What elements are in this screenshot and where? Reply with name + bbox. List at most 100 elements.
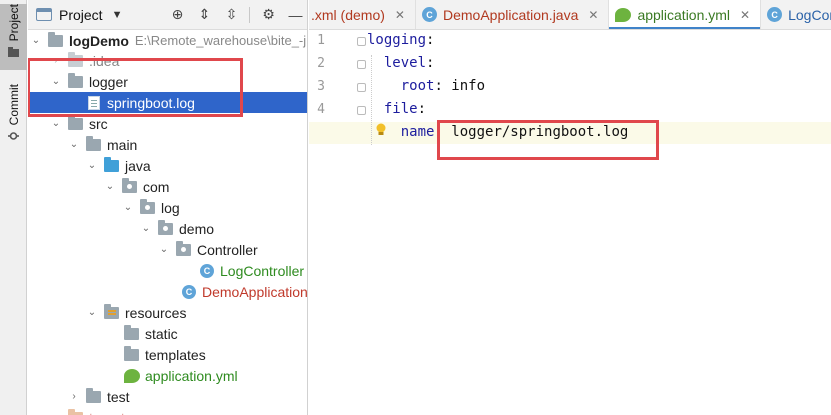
folder-icon	[8, 47, 19, 58]
package-icon	[158, 219, 173, 235]
tree-item-label: java	[125, 157, 151, 174]
tree-item-static[interactable]: static	[28, 323, 307, 344]
tab-logcontroller[interactable]: C LogCor	[761, 0, 831, 29]
close-icon[interactable]: ✕	[588, 8, 598, 22]
project-panel-title: Project	[59, 6, 103, 23]
project-panel-header: Project ▼ ⊕ ⇕ ⇳ ⚙ —	[28, 0, 307, 30]
close-icon[interactable]: ✕	[740, 8, 750, 22]
folder-icon	[124, 324, 139, 340]
folder-icon	[68, 114, 83, 130]
tree-item-label: resources	[125, 304, 187, 321]
collapse-all-icon[interactable]: ⇳	[222, 6, 240, 24]
spring-leaf-icon	[615, 7, 632, 22]
tab-label: .xml (demo)	[311, 6, 385, 23]
code-editor[interactable]: logging: level: root: info file: name: l…	[309, 31, 831, 415]
tree-item-demoapplication[interactable]: C DemoApplication	[28, 281, 307, 302]
commit-tool-label: Commit	[6, 84, 21, 126]
source-folder-icon	[104, 156, 119, 172]
chevron-down-icon[interactable]: ▼	[112, 9, 123, 21]
tree-item-logcontroller[interactable]: C LogController	[28, 260, 307, 281]
tab-application-yml[interactable]: application.yml ✕	[609, 0, 762, 29]
lightbulb-icon[interactable]	[375, 123, 387, 137]
annotation-box-logger	[28, 58, 243, 117]
spring-leaf-icon	[124, 368, 140, 383]
resources-folder-icon	[104, 303, 119, 319]
tree-item-label: application.yml	[145, 367, 238, 384]
line-number: 1	[317, 33, 325, 48]
tree-item-label: com	[143, 178, 170, 195]
folder-icon	[124, 345, 139, 361]
hide-panel-icon[interactable]: —	[286, 6, 304, 24]
code-line-2: level:	[383, 55, 435, 71]
chevron-down-icon[interactable]: ⌄	[68, 139, 80, 150]
chevron-down-icon[interactable]: ⌄	[122, 202, 134, 213]
tree-item-label: templates	[145, 346, 206, 363]
chevron-down-icon[interactable]: ⌄	[50, 118, 62, 129]
package-icon	[140, 198, 155, 214]
line-number: 2	[317, 56, 325, 71]
annotation-box-file-name	[437, 120, 659, 160]
tab-label: LogCor	[788, 6, 831, 23]
tab-label: application.yml	[637, 6, 731, 23]
tree-item-label: static	[145, 325, 178, 342]
tree-item-com[interactable]: ⌄ com	[28, 176, 307, 197]
locate-file-icon[interactable]: ⊕	[168, 6, 186, 24]
tree-item-application-yml[interactable]: application.yml	[28, 365, 307, 386]
line-number: 3	[317, 79, 325, 94]
close-icon[interactable]: ✕	[395, 8, 405, 22]
tree-item-main[interactable]: ⌄ main	[28, 134, 307, 155]
folder-icon	[86, 135, 101, 151]
project-tool-tab[interactable]: Project	[0, 4, 27, 70]
tree-item-label: log	[161, 199, 180, 216]
project-panel: Project ▼ ⊕ ⇕ ⇳ ⚙ — ⌄ logDemo E:\Remote_…	[28, 0, 308, 415]
tree-item-controller[interactable]: ⌄ Controller	[28, 239, 307, 260]
chevron-down-icon[interactable]: ⌄	[158, 244, 170, 255]
tree-item-label: main	[107, 136, 138, 153]
java-class-icon: C	[767, 7, 783, 22]
excluded-folder-icon	[68, 408, 83, 415]
chevron-down-icon[interactable]: ⌄	[104, 181, 116, 192]
package-icon	[176, 240, 191, 256]
tree-item-label: demo	[179, 220, 215, 237]
code-line-4: file:	[383, 101, 427, 117]
tree-item-label: Controller	[197, 241, 258, 258]
project-path: E:\Remote_warehouse\bite_-j	[134, 33, 307, 48]
chevron-down-icon[interactable]: ⌄	[30, 35, 42, 46]
tree-item-label: logDemo	[69, 32, 129, 49]
chevron-down-icon[interactable]: ⌄	[86, 160, 98, 171]
toolbar-divider	[249, 6, 251, 23]
java-class-icon: C	[421, 7, 437, 22]
code-line-3: root: info	[400, 78, 486, 94]
project-tool-label: Project	[6, 4, 21, 42]
line-number: 4	[317, 102, 325, 117]
module-folder-icon	[48, 31, 63, 47]
expand-all-icon[interactable]: ⇕	[195, 6, 213, 24]
java-class-icon: C	[182, 284, 196, 299]
tree-item-log[interactable]: ⌄ log	[28, 197, 307, 218]
project-window-icon	[36, 8, 52, 21]
tree-item-templates[interactable]: templates	[28, 344, 307, 365]
chevron-right-icon[interactable]: ›	[68, 391, 80, 402]
tree-item-resources[interactable]: ⌄ resources	[28, 302, 307, 323]
gear-icon[interactable]: ⚙	[259, 6, 277, 24]
package-icon	[122, 177, 137, 193]
folder-icon	[86, 387, 101, 403]
editor-tabs: .xml (demo) ✕ C DemoApplication.java ✕ a…	[309, 0, 831, 30]
tree-item-java[interactable]: ⌄ java	[28, 155, 307, 176]
commit-tool-tab[interactable]: Commit	[0, 84, 27, 152]
chevron-down-icon[interactable]: ⌄	[86, 307, 98, 318]
code-line-1: logging:	[367, 32, 435, 48]
tree-item-logdemo[interactable]: ⌄ logDemo E:\Remote_warehouse\bite_-j	[28, 30, 307, 51]
java-class-icon: C	[200, 263, 214, 278]
tree-item-target[interactable]: › target	[28, 407, 307, 415]
tree-item-demo[interactable]: ⌄ demo	[28, 218, 307, 239]
tab-pom-xml[interactable]: .xml (demo) ✕	[309, 0, 416, 29]
editor-gutter: 1 2 3 4 5	[309, 31, 366, 415]
chevron-down-icon[interactable]: ⌄	[140, 223, 152, 234]
tree-item-label: LogController	[220, 262, 305, 279]
tree-item-label: target	[89, 410, 125, 415]
tree-item-label: test	[107, 388, 130, 405]
tree-item-test[interactable]: › test	[28, 386, 307, 407]
tab-demoapplication[interactable]: C DemoApplication.java ✕	[416, 0, 610, 29]
tab-label: DemoApplication.java	[442, 6, 579, 23]
